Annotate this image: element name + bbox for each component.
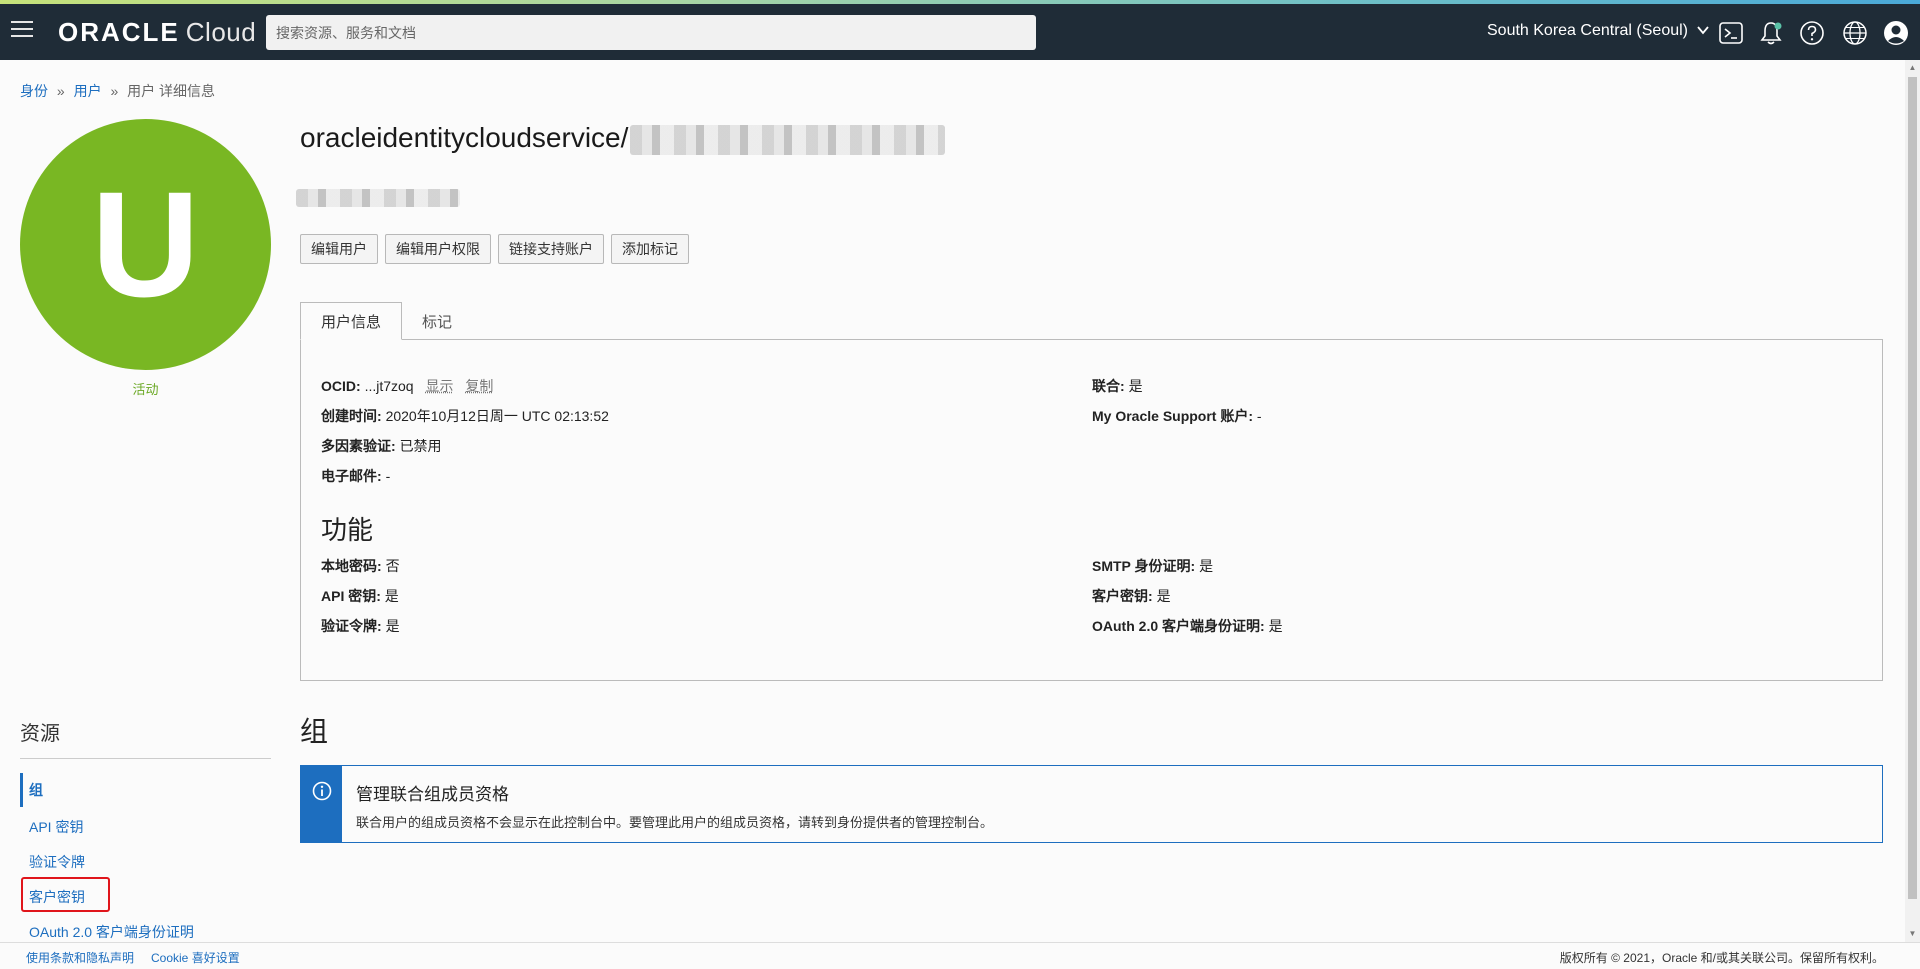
page-title-prefix: oracleidentitycloudservice/	[300, 122, 629, 153]
notifications-bell-icon[interactable]	[1758, 20, 1784, 46]
info-icon	[312, 781, 332, 801]
search-input[interactable]	[266, 15, 1036, 50]
ocid-label: OCID:	[321, 378, 361, 394]
show-ocid-link[interactable]: 显示	[425, 378, 453, 394]
customer-keys-value: 是	[1156, 588, 1171, 604]
action-toolbar: 编辑用户 编辑用户权限 链接支持账户 添加标记	[300, 234, 689, 264]
breadcrumb-separator: »	[110, 83, 119, 99]
oauth-credentials-value: 是	[1268, 618, 1283, 634]
breadcrumb-current: 用户 详细信息	[127, 83, 216, 99]
user-info-panel: OCID: ...jt7zoq 显示 复制 创建时间: 2020年10月12日周…	[300, 339, 1883, 681]
redacted-description	[296, 189, 460, 207]
help-icon[interactable]	[1799, 20, 1825, 46]
info-banner-text: 联合用户的组成员资格不会显示在此控制台中。要管理此用户的组成员资格，请转到身份提…	[356, 815, 994, 830]
page-title: oracleidentitycloudservice/	[300, 122, 946, 155]
api-keys-row: API 密钥: 是	[321, 586, 399, 606]
smtp-credentials-row: SMTP 身份证明: 是	[1092, 556, 1213, 576]
detail-tabs: 用户信息 标记	[300, 302, 472, 340]
mfa-label: 多因素验证:	[321, 438, 396, 454]
api-keys-label: API 密钥:	[321, 588, 381, 604]
page-scrollbar[interactable]: ▲ ▼	[1905, 60, 1920, 942]
groups-heading: 组	[300, 716, 329, 747]
scrollbar-thumb[interactable]	[1908, 77, 1917, 899]
federated-value: 是	[1128, 378, 1143, 394]
chevron-down-icon	[1697, 26, 1710, 35]
auth-tokens-value: 是	[385, 618, 400, 634]
avatar-letter: U	[91, 160, 200, 328]
logo-brand: ORACLE	[58, 17, 180, 47]
auth-tokens-row: 验证令牌: 是	[321, 616, 400, 636]
smtp-credentials-value: 是	[1199, 558, 1214, 574]
resource-link-oauth-credentials[interactable]: OAuth 2.0 客户端身份证明	[20, 922, 194, 942]
email-label: 电子邮件:	[321, 468, 382, 484]
copyright-text: 版权所有 © 2021，Oracle 和/或其关联公司。保留所有权利。	[1559, 951, 1884, 965]
add-tags-button[interactable]: 添加标记	[611, 234, 689, 264]
breadcrumb: 身份 » 用户 » 用户 详细信息	[20, 81, 215, 101]
ocid-row: OCID: ...jt7zoq 显示 复制	[321, 376, 493, 396]
breadcrumb-separator: »	[56, 83, 65, 99]
oauth-credentials-row: OAuth 2.0 客户端身份证明: 是	[1092, 616, 1283, 636]
oauth-credentials-label: OAuth 2.0 客户端身份证明:	[1092, 618, 1265, 634]
mos-account-value: -	[1256, 408, 1262, 424]
mos-account-row: My Oracle Support 账户: -	[1092, 406, 1262, 426]
created-label: 创建时间:	[321, 408, 382, 424]
link-support-account-button[interactable]: 链接支持账户	[498, 234, 604, 264]
language-globe-icon[interactable]	[1842, 20, 1868, 46]
resources-divider	[20, 758, 271, 759]
ocid-value: ...jt7zoq	[364, 378, 414, 394]
user-profile-icon[interactable]	[1883, 20, 1909, 46]
cloud-shell-icon[interactable]	[1718, 20, 1744, 46]
info-banner-side	[301, 766, 342, 842]
avatar: U	[20, 119, 271, 370]
capabilities-heading: 功能	[321, 515, 374, 545]
tab-user-information[interactable]: 用户信息	[300, 302, 403, 340]
federation-info-banner: 管理联合组成员资格 联合用户的组成员资格不会显示在此控制台中。要管理此用户的组成…	[300, 765, 1883, 843]
copy-ocid-link[interactable]: 复制	[465, 378, 493, 394]
customer-keys-row: 客户密钥: 是	[1092, 586, 1171, 606]
email-value: -	[385, 468, 391, 484]
status-badge: 活动	[132, 382, 159, 397]
email-row: 电子邮件: -	[321, 466, 390, 486]
redacted-username	[630, 124, 946, 155]
local-password-label: 本地密码:	[321, 558, 382, 574]
customer-keys-label: 客户密钥:	[1092, 588, 1153, 604]
local-password-value: 否	[385, 558, 400, 574]
hamburger-menu-icon[interactable]	[11, 21, 33, 43]
federated-row: 联合: 是	[1092, 376, 1143, 396]
resource-link-customer-secret-keys[interactable]: 客户密钥	[20, 887, 85, 907]
footer: 使用条款和隐私声明 Cookie 喜好设置 版权所有 © 2021，Oracle…	[0, 942, 1920, 969]
tab-tags[interactable]: 标记	[402, 302, 472, 340]
local-password-row: 本地密码: 否	[321, 556, 400, 576]
scroll-down-arrow-icon[interactable]: ▼	[1908, 929, 1917, 939]
mos-account-label: My Oracle Support 账户:	[1092, 408, 1254, 424]
region-selector[interactable]: South Korea Central (Seoul)	[1487, 22, 1710, 40]
created-value: 2020年10月12日周一 UTC 02:13:52	[385, 408, 609, 424]
cookie-preferences-link[interactable]: Cookie 喜好设置	[151, 949, 240, 966]
region-label: South Korea Central (Seoul)	[1487, 22, 1688, 39]
auth-tokens-label: 验证令牌:	[321, 618, 382, 634]
oracle-cloud-logo[interactable]: ORACLE Cloud	[58, 18, 256, 46]
breadcrumb-identity[interactable]: 身份	[20, 83, 48, 99]
edit-user-button[interactable]: 编辑用户	[300, 234, 378, 264]
mfa-value: 已禁用	[399, 438, 442, 454]
breadcrumb-users[interactable]: 用户	[74, 83, 102, 99]
mfa-row: 多因素验证: 已禁用	[321, 436, 442, 456]
resources-heading: 资源	[20, 723, 60, 745]
resource-link-auth-tokens[interactable]: 验证令牌	[20, 852, 85, 872]
terms-privacy-link[interactable]: 使用条款和隐私声明	[26, 949, 134, 966]
api-keys-value: 是	[384, 588, 399, 604]
scroll-up-arrow-icon[interactable]: ▲	[1908, 63, 1917, 73]
federated-label: 联合:	[1092, 378, 1125, 394]
top-navigation-bar: ORACLECloud South Korea Central (Seoul)	[0, 4, 1920, 60]
edit-user-capabilities-button[interactable]: 编辑用户权限	[385, 234, 491, 264]
resource-link-api-keys[interactable]: API 密钥	[20, 817, 83, 837]
smtp-credentials-label: SMTP 身份证明:	[1092, 558, 1196, 574]
logo-product: Cloud	[185, 17, 257, 47]
resource-link-groups[interactable]: 组	[20, 773, 43, 807]
created-row: 创建时间: 2020年10月12日周一 UTC 02:13:52	[321, 406, 609, 426]
info-banner-title: 管理联合组成员资格	[356, 785, 509, 804]
